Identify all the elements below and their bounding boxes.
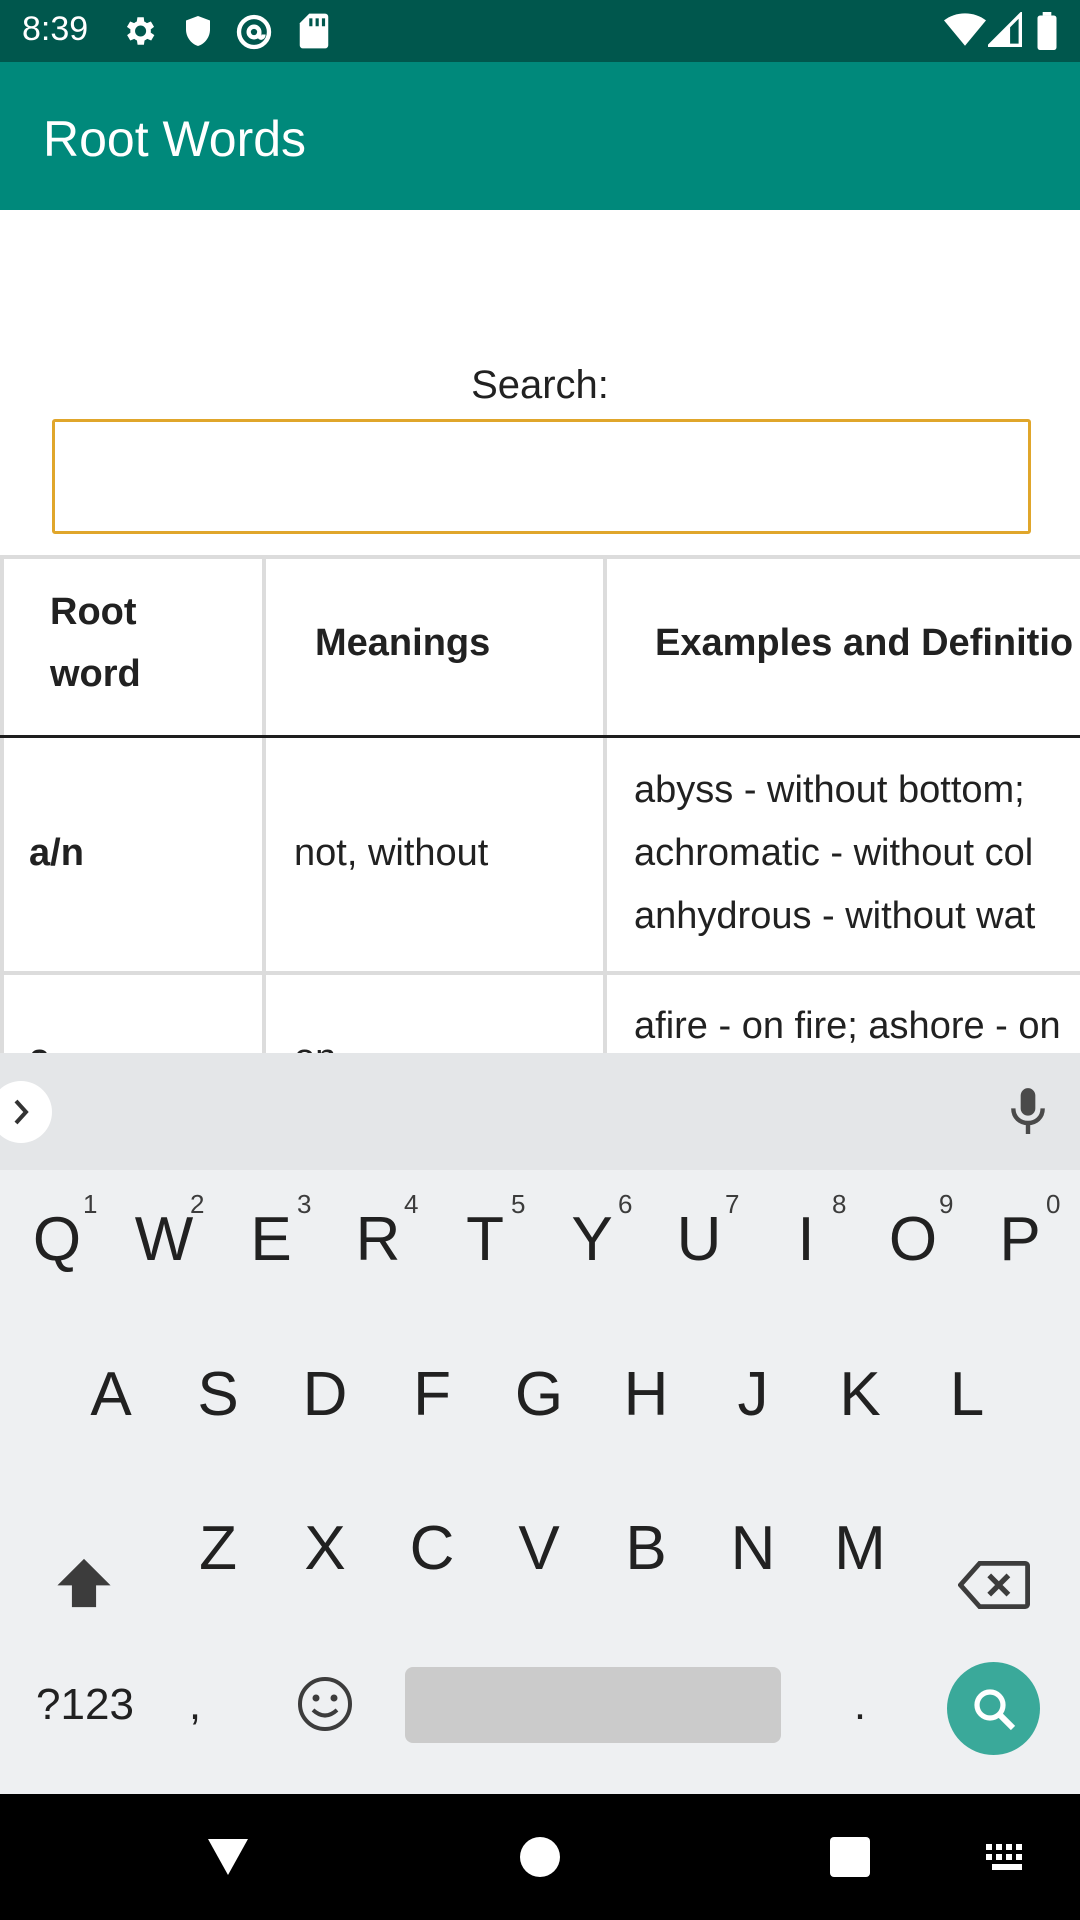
- cell-example-line: abyss - without bottom;: [634, 769, 1025, 811]
- key-f[interactable]: F: [378, 1335, 486, 1455]
- header-divider: [0, 735, 1080, 738]
- status-time: 8:39: [22, 10, 89, 48]
- space-key[interactable]: [405, 1667, 781, 1743]
- signal-icon: [988, 12, 1022, 47]
- expand-toolbar-button[interactable]: [0, 1081, 52, 1143]
- key-hint-6: 6: [618, 1189, 633, 1219]
- search-input[interactable]: [52, 419, 1031, 534]
- app-bar: Root Words: [0, 62, 1080, 210]
- key-j[interactable]: J: [699, 1335, 807, 1455]
- home-icon[interactable]: [520, 1837, 560, 1877]
- cell-meaning: on: [294, 1027, 336, 1053]
- key-m[interactable]: M: [806, 1489, 914, 1609]
- header-examples: Examples and Definitio: [655, 622, 1074, 664]
- emoji-key[interactable]: [280, 1659, 370, 1749]
- key-x[interactable]: X: [271, 1489, 379, 1609]
- column-divider: [603, 555, 607, 1053]
- gear-icon: [126, 17, 155, 45]
- header-meanings: Meanings: [315, 622, 491, 664]
- microphone-icon[interactable]: [1006, 1086, 1050, 1138]
- status-bar: 8:39: [0, 0, 1080, 62]
- backspace-key[interactable]: [940, 1523, 1048, 1643]
- key-hint-8: 8: [832, 1189, 847, 1219]
- app-title: Root Words: [43, 111, 307, 167]
- key-hint-5: 5: [511, 1189, 526, 1219]
- column-divider: [262, 555, 266, 1053]
- row-divider: [0, 971, 1080, 975]
- table-border: [0, 555, 4, 1053]
- key-hint-7: 7: [725, 1189, 740, 1219]
- shift-icon: [57, 1558, 111, 1608]
- cell-meaning: not, without: [294, 832, 489, 874]
- recents-icon[interactable]: [830, 1837, 870, 1877]
- key-hint-9: 9: [939, 1189, 954, 1219]
- battery-icon: [1037, 12, 1057, 50]
- sd-card-icon: [299, 13, 329, 49]
- back-icon[interactable]: [206, 1837, 250, 1877]
- key-hint-1: 1: [83, 1189, 98, 1219]
- key-hint-0: 0: [1046, 1189, 1061, 1219]
- cell-root: a/n: [29, 832, 84, 874]
- chevron-right-icon: [14, 1099, 29, 1125]
- emoji-icon: [298, 1677, 352, 1731]
- search-icon: [974, 1689, 1016, 1731]
- keyboard-switch-icon[interactable]: [986, 1844, 1030, 1872]
- at-sign-icon: [236, 14, 272, 50]
- symbols-key[interactable]: ?123: [30, 1645, 140, 1765]
- key-a[interactable]: A: [57, 1335, 165, 1455]
- key-k[interactable]: K: [806, 1335, 914, 1455]
- cell-root: a: [29, 1027, 50, 1053]
- key-v[interactable]: V: [485, 1489, 593, 1609]
- suggestion-strip: [0, 1053, 1080, 1170]
- key-hint-4: 4: [404, 1189, 419, 1219]
- key-hint-2: 2: [190, 1189, 205, 1219]
- navigation-bar: [0, 1794, 1080, 1920]
- search-action-key[interactable]: [947, 1662, 1040, 1755]
- comma-key[interactable]: ,: [165, 1645, 225, 1765]
- shift-key[interactable]: [30, 1523, 138, 1643]
- key-hint-3: 3: [297, 1189, 312, 1219]
- period-key[interactable]: .: [830, 1645, 890, 1765]
- key-b[interactable]: B: [592, 1489, 700, 1609]
- key-l[interactable]: L: [913, 1335, 1021, 1455]
- soft-keyboard: Q1W2E3R4T5Y6U7I8O9P0 ASDFGHJKL ZXCVBNM ?…: [0, 1053, 1080, 1794]
- key-c[interactable]: C: [378, 1489, 486, 1609]
- root-words-table: Root word Meanings Examples and Definiti…: [0, 555, 1080, 1053]
- key-n[interactable]: N: [699, 1489, 807, 1609]
- table-border: [0, 555, 1080, 559]
- key-g[interactable]: G: [485, 1335, 593, 1455]
- search-label: Search:: [471, 363, 609, 407]
- key-s[interactable]: S: [164, 1335, 272, 1455]
- key-d[interactable]: D: [271, 1335, 379, 1455]
- cell-example-line: anhydrous - without wat: [634, 895, 1036, 937]
- shield-icon: [186, 16, 210, 46]
- cell-example-line: afire - on fire; ashore - on: [634, 1005, 1061, 1047]
- cell-example-line: achromatic - without col: [634, 832, 1034, 874]
- backspace-icon: [958, 1561, 1030, 1609]
- key-z[interactable]: Z: [164, 1489, 272, 1609]
- key-h[interactable]: H: [592, 1335, 700, 1455]
- header-root-word: Root word: [50, 591, 141, 695]
- wifi-icon: [944, 13, 986, 46]
